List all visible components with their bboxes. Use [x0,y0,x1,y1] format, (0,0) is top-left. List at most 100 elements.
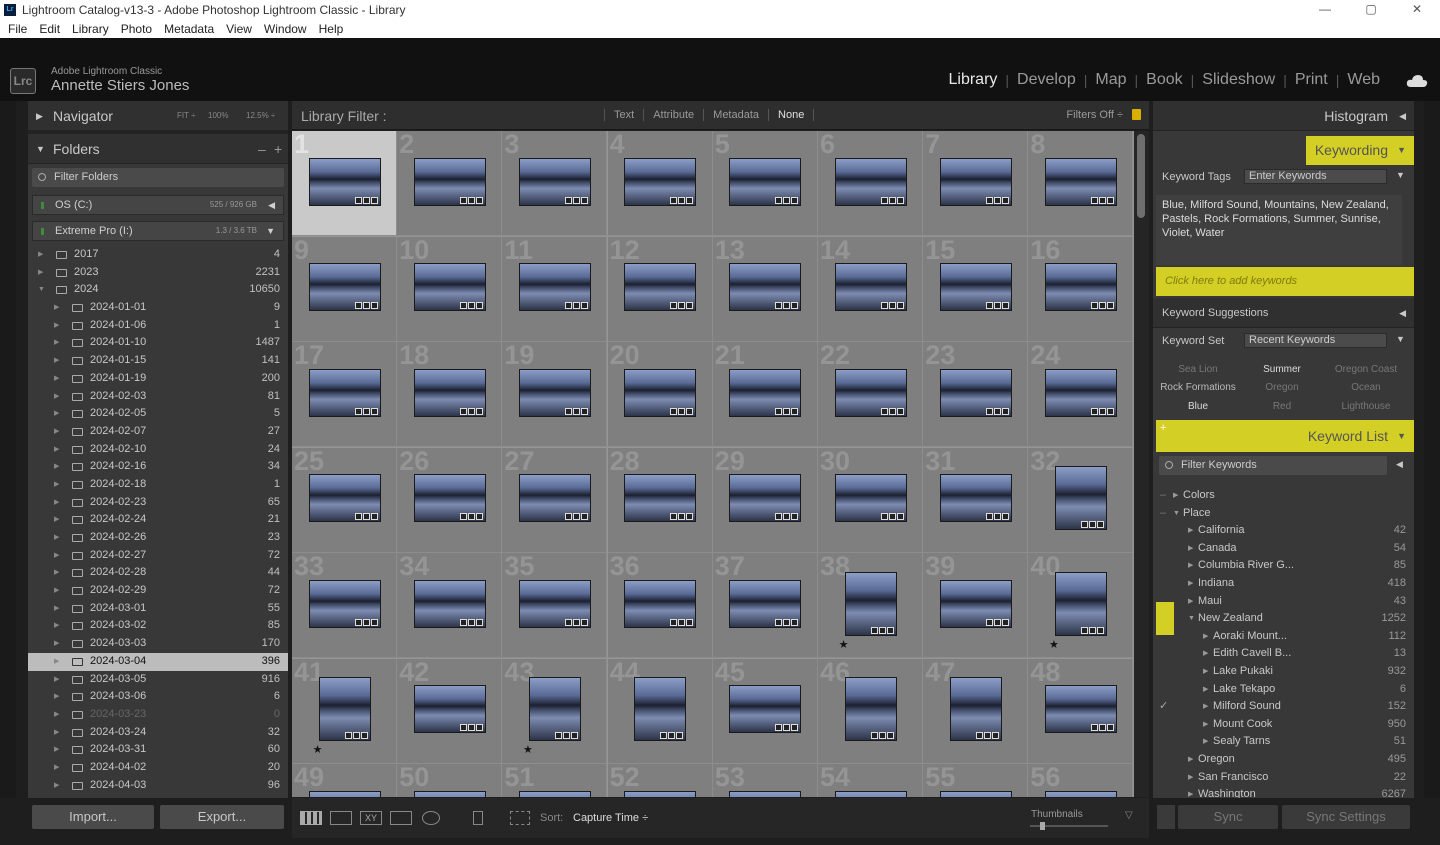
keywords-text-area[interactable]: Blue, Milford Sound, Mountains, New Zeal… [1156,195,1402,265]
chevron-right-icon[interactable]: ▶ [54,299,59,317]
filter-text[interactable]: Text [604,109,643,121]
loupe-view-icon[interactable] [330,811,352,825]
folder-row[interactable]: ▶ 2024-01-10 1487 [28,334,288,352]
thumbnail-badge-icon[interactable] [668,732,676,740]
thumbnail-badge-icon[interactable] [467,513,475,521]
thumbnail-badge-icon[interactable] [467,196,475,204]
thumbnail-badge-icon[interactable] [670,196,678,204]
thumbnail-badge-icon[interactable] [459,302,467,310]
thumbnail-badge-icon[interactable] [1080,521,1088,529]
thumbnail-cell[interactable]: 29 [712,447,818,553]
thumbnail-cell[interactable]: 45 [712,658,818,764]
chevron-right-icon[interactable]: ▶ [54,317,59,335]
thumbnail-badge-icon[interactable] [362,513,370,521]
chevron-right-icon[interactable]: ▶ [54,458,59,476]
menu-metadata[interactable]: Metadata [158,22,220,36]
thumbnail-badge-icon[interactable] [362,196,370,204]
photo-thumbnail[interactable] [624,790,697,797]
folder-row[interactable]: ▶ 2024-02-10 24 [28,441,288,459]
volume-os[interactable]: OS (C:) 525 / 926 GB ◀ [32,195,284,215]
thumbnail-cell[interactable]: 22 [818,342,923,447]
thumbnail-badge-icon[interactable] [670,407,678,415]
recent-keyword[interactable]: Blue [1156,401,1240,412]
thumbnail-cell[interactable]: 17 [292,342,397,447]
thumbnail-badge-icon[interactable] [564,407,572,415]
thumbnail-cell[interactable]: 42 [397,658,503,764]
chevron-right-icon[interactable]: ▶ [54,741,59,759]
chevron-right-icon[interactable]: ▶ [1188,769,1193,787]
thumbnail-badge-icon[interactable] [791,513,799,521]
thumbnail-badge-icon[interactable] [475,302,483,310]
recent-keyword[interactable]: Lighthouse [1324,401,1408,412]
thumbnail-badge-icon[interactable] [775,407,783,415]
thumbnail-badge-icon[interactable] [475,513,483,521]
add-folder-button[interactable]: + [274,134,282,164]
chevron-right-icon[interactable]: ▶ [54,724,59,742]
chevron-right-icon[interactable]: ▶ [1203,663,1208,681]
chevron-right-icon[interactable]: ▶ [1203,733,1208,751]
thumbnail-badge-icon[interactable] [459,407,467,415]
folder-row[interactable]: ▶ 2024-03-06 6 [28,688,288,706]
thumbnail-badge-icon[interactable] [475,724,483,732]
recent-keyword[interactable]: Red [1240,401,1324,412]
filter-presets-select[interactable]: Filters Off ÷ [1066,109,1123,121]
chevron-right-icon[interactable]: ▶ [54,334,59,352]
thumbnail-cell[interactable]: 52 [607,764,713,797]
thumbnail-badge-icon[interactable] [896,407,904,415]
folder-row[interactable]: ▶ 2024-02-28 44 [28,564,288,582]
thumbnail-cell[interactable]: 38 ★ [818,553,923,658]
chevron-down-icon[interactable]: ▼ [38,281,45,299]
thumbnail-badge-icon[interactable] [459,618,467,626]
keyword-row[interactable]: ▶ Sealy Tarns 51 [1153,733,1414,751]
thumbnail-cell[interactable]: 23 [923,342,1029,447]
thumbnail-badge-icon[interactable] [344,732,352,740]
thumbnail-badge-icon[interactable] [1098,302,1106,310]
thumbnail-cell[interactable]: 14 [818,236,923,342]
thumbnail-badge-icon[interactable] [1098,196,1106,204]
thumbnail-badge-icon[interactable] [686,407,694,415]
folder-row[interactable]: ▶ 2024-01-19 200 [28,370,288,388]
thumbnail-badge-icon[interactable] [459,196,467,204]
thumbnail-badge-icon[interactable] [564,196,572,204]
folder-row[interactable]: ▶ 2024-01-15 141 [28,352,288,370]
keyword-row[interactable]: – ▶ Colors [1153,487,1414,505]
chevron-right-icon[interactable]: ▶ [54,564,59,582]
folder-row[interactable]: ▶ 2024-02-05 5 [28,405,288,423]
thumbnail-badge-icon[interactable] [991,732,999,740]
thumbnail-badge-icon[interactable] [983,732,991,740]
chevron-right-icon[interactable]: ▶ [54,777,59,795]
thumbnail-badge-icon[interactable] [572,302,580,310]
folder-row[interactable]: ▶ 2024-02-03 81 [28,388,288,406]
scrollbar-thumb[interactable] [1137,134,1145,218]
star-rating-icon[interactable]: ★ [523,743,533,756]
thumbnail-badge-icon[interactable] [676,732,684,740]
chevron-right-icon[interactable]: ▶ [54,688,59,706]
thumbnail-badge-icon[interactable] [975,732,983,740]
thumbnail-badge-icon[interactable] [1090,302,1098,310]
thumbnail-badge-icon[interactable] [459,724,467,732]
chevron-down-icon[interactable]: ▼ [1188,610,1195,628]
keyword-row[interactable]: ▼ New Zealand 1252 [1153,602,1414,636]
chevron-right-icon[interactable]: ▶ [54,370,59,388]
import-button[interactable]: Import... [32,805,154,829]
folder-row[interactable]: ▶ 2024-03-31 60 [28,741,288,759]
chevron-right-icon[interactable]: ▶ [1188,557,1193,575]
thumbnail-badge-icon[interactable] [475,196,483,204]
keyword-row[interactable]: ▶ Indiana 418 [1153,575,1414,593]
folder-row[interactable]: ▶ 2024-02-23 65 [28,494,288,512]
cloud-icon[interactable] [1406,74,1428,88]
sync-button[interactable]: Sync [1178,805,1278,829]
thumbnail-badge-icon[interactable] [354,407,362,415]
recent-keyword[interactable]: Ocean [1324,382,1408,393]
thumbnail-cell[interactable]: 20 [607,342,713,447]
check-icon[interactable]: ✓ [1159,698,1168,716]
chevron-right-icon[interactable]: ▶ [1203,628,1208,646]
survey-view-icon[interactable] [390,811,412,825]
volume-extreme-pro[interactable]: Extreme Pro (I:) 1.3 / 3.6 TB ▼ [32,221,284,241]
keyword-row[interactable]: ▶ Maui 43 [1153,593,1414,611]
thumbnail-badge-icon[interactable] [783,618,791,626]
folder-row[interactable]: ▶ 2024-03-04 396 [28,652,288,671]
folder-row[interactable]: ▶ 2024-03-23 0 [28,706,288,724]
thumbnail-badge-icon[interactable] [993,618,1001,626]
chevron-right-icon[interactable]: ▶ [54,653,59,671]
